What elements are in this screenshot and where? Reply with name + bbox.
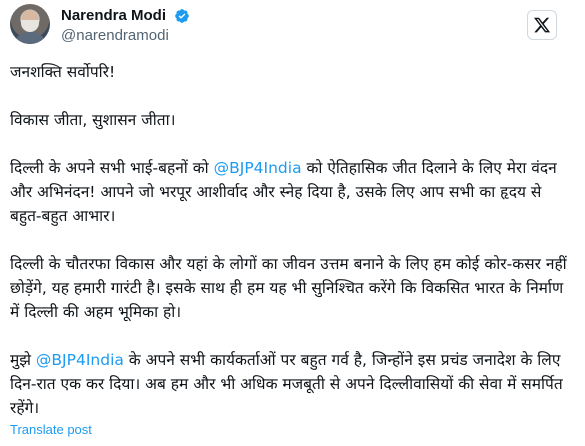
mention-link[interactable]: @BJP4India (36, 351, 124, 369)
tweet-paragraph-5: मुझे @BJP4India के अपने सभी कार्यकर्ताओं… (10, 348, 575, 420)
x-logo-glyph (533, 17, 551, 33)
tweet-header: Narendra Modi @narendramodi (10, 4, 575, 48)
author-names: Narendra Modi @narendramodi (61, 5, 190, 46)
tweet-paragraph-3: दिल्ली के अपने सभी भाई-बहनों को @BJP4Ind… (10, 156, 575, 228)
tweet-text: जनशक्ति सर्वोपरि! विकास जीता, सुशासन जीत… (10, 60, 575, 444)
x-logo-icon[interactable] (527, 10, 557, 40)
tweet-paragraph-4: दिल्ली के चौतरफा विकास और यहां के लोगों … (10, 255, 567, 321)
tweet-text-segment: मुझे (10, 351, 36, 369)
translate-post-link[interactable]: Translate post (10, 422, 92, 437)
mention-link[interactable]: @BJP4India (214, 159, 302, 177)
tweet-paragraph-2: विकास जीता, सुशासन जीता। (10, 111, 176, 129)
author-handle[interactable]: @narendramodi (61, 26, 190, 46)
avatar-beard (21, 20, 39, 32)
verified-badge-icon (175, 8, 189, 23)
author-display-name[interactable]: Narendra Modi (61, 7, 166, 25)
avatar[interactable] (10, 4, 50, 44)
avatar-body (14, 32, 46, 44)
tweet-paragraph-1: जनशक्ति सर्वोपरि! (10, 63, 116, 81)
tweet-text-segment: दिल्ली के अपने सभी भाई-बहनों को (10, 159, 214, 177)
